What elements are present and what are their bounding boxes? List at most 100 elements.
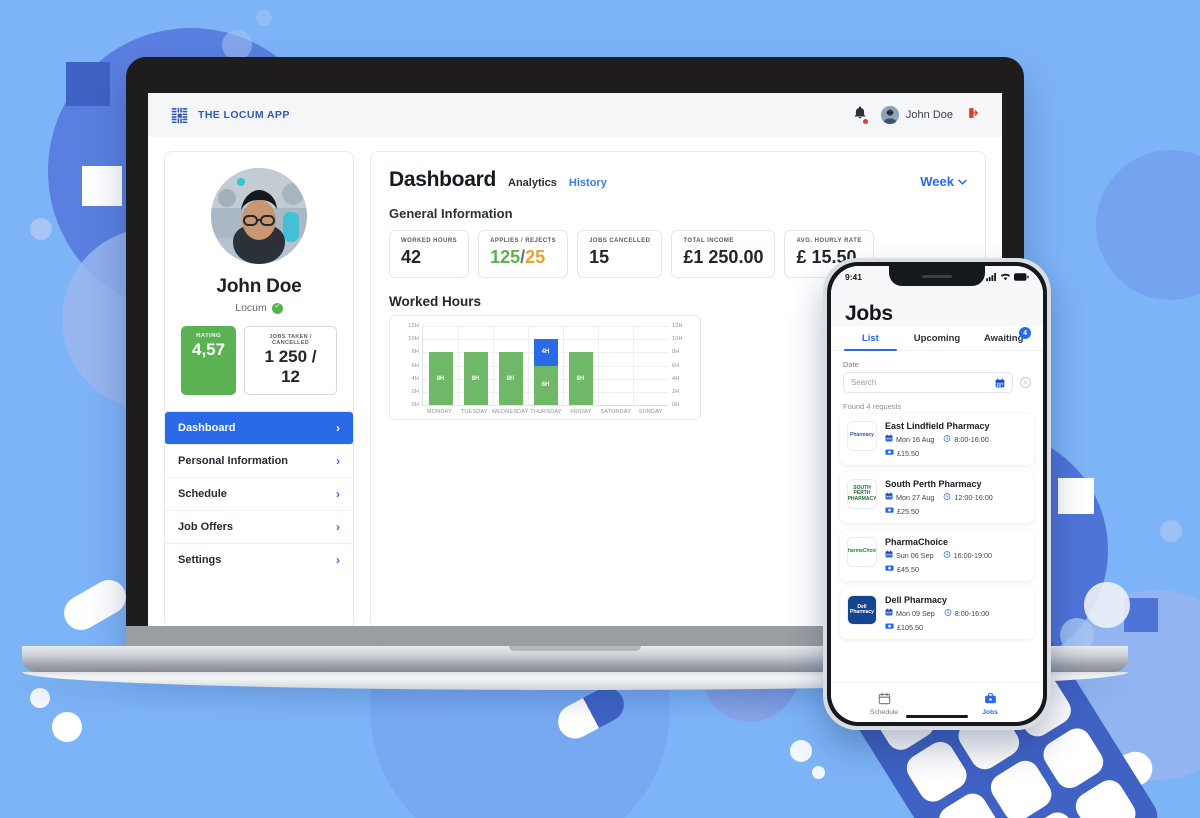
- tab-list[interactable]: List: [837, 326, 904, 351]
- chart-x-tick: THURSDAY: [530, 409, 562, 415]
- money-icon: [885, 564, 894, 574]
- sidebar-item-job-offers[interactable]: Job Offers ›: [165, 511, 353, 544]
- deco-cross-icon: [82, 166, 122, 206]
- chart-y-tick: 4H: [411, 375, 419, 382]
- tab-label: List: [861, 333, 879, 344]
- tab-label: Upcoming: [913, 333, 961, 344]
- tab-analytics[interactable]: Analytics: [508, 177, 557, 189]
- sidebar-item-label: Job Offers: [178, 521, 234, 533]
- notification-bell-icon[interactable]: [853, 105, 868, 125]
- chart-bar-column[interactable]: [633, 326, 668, 405]
- brand[interactable]: THE LOCUM APP: [170, 106, 290, 125]
- jobs-taken-label: JOBS TAKEN / CANCELLED: [269, 334, 312, 346]
- stat-value: 42: [401, 247, 422, 267]
- phone-bezel: 9:41 Jobs List Upcoming Awaiting 4 Date …: [827, 262, 1047, 726]
- phone-screen: 9:41 Jobs List Upcoming Awaiting 4 Date …: [831, 266, 1043, 722]
- job-name: Dell Pharmacy: [885, 595, 948, 605]
- deco-cross-icon: [1058, 478, 1094, 514]
- chart-y-tick: 0H: [672, 402, 680, 408]
- money-icon: [885, 506, 894, 516]
- clock-icon: [944, 608, 952, 618]
- calendar-icon: [885, 608, 893, 618]
- job-meta: Sun 06 Sep 16:00-19:00 £45.50: [885, 550, 1027, 574]
- profile-sidebar: John Doe Locum RATING 4,57 JOBS TAKEN /: [164, 151, 354, 629]
- deco-cross-icon: [66, 62, 110, 106]
- sidebar-item-personal-information[interactable]: Personal Information ›: [165, 445, 353, 478]
- profile-name: John Doe: [216, 276, 302, 297]
- chart-x-tick: TUESDAY: [460, 409, 488, 415]
- search-placeholder: Search: [851, 378, 877, 387]
- battery-icon: [1014, 273, 1029, 281]
- chart-bar-segment: 8H: [428, 352, 453, 405]
- phone-header: Jobs: [831, 288, 1043, 326]
- deco-dot: [52, 712, 82, 742]
- sidebar-item-settings[interactable]: Settings ›: [165, 544, 353, 576]
- chart-column-divider: [563, 326, 564, 405]
- period-selector[interactable]: Week: [920, 174, 967, 189]
- job-card[interactable]: PharmaChoice PharmaChoice Sun 06 Sep 16:00-…: [840, 530, 1034, 581]
- chart-bar-column[interactable]: 8H: [458, 326, 493, 405]
- header-actions: John Doe: [853, 105, 980, 125]
- calendar-icon: [885, 492, 893, 502]
- tab-badge: 4: [1019, 327, 1032, 339]
- tab-awaiting[interactable]: Awaiting 4: [970, 326, 1037, 350]
- chart-y-tick: 10H: [408, 336, 419, 343]
- deco-dot: [30, 688, 50, 708]
- chart-bar-column[interactable]: [598, 326, 633, 405]
- phone-filter: Date Search ✕: [831, 351, 1043, 397]
- tab-history[interactable]: History: [569, 177, 607, 189]
- locum-cross-logo-icon: [171, 107, 188, 123]
- status-indicators: [986, 273, 1029, 281]
- sidebar-item-schedule[interactable]: Schedule ›: [165, 478, 353, 511]
- logout-icon[interactable]: [967, 106, 980, 125]
- rating-value: 4,57: [192, 340, 226, 359]
- profile-kpis: RATING 4,57 JOBS TAKEN / CANCELLED 1 250…: [175, 326, 343, 399]
- tab-upcoming[interactable]: Upcoming: [904, 326, 971, 350]
- section-general-information: General Information: [389, 206, 513, 221]
- chart-bar-column[interactable]: 8H: [563, 326, 598, 405]
- deco-dot: [812, 766, 825, 779]
- sidebar-item-label: Personal Information: [178, 455, 289, 467]
- profile-role: Locum: [235, 302, 267, 314]
- job-rate: £15.50: [885, 448, 1027, 458]
- jobs-taken-card: JOBS TAKEN / CANCELLED 1 250 / 12: [244, 326, 337, 395]
- job-card[interactable]: Dell Pharmacy Dell Pharmacy Mon 09 Sep 8:00…: [840, 588, 1034, 639]
- search-input[interactable]: Search: [843, 372, 1013, 393]
- chart-bar-segment: 8H: [498, 352, 523, 405]
- chart-y-tick: 10H: [672, 336, 683, 343]
- chart-bar-segment: 8H: [463, 352, 488, 405]
- chart-bar-column[interactable]: 4H 6H: [528, 326, 563, 405]
- job-logo: Pharmacy: [847, 421, 877, 451]
- chart-y-tick: 6H: [411, 362, 419, 369]
- sidebar-nav: Dashboard › Personal Information › Sched…: [165, 411, 353, 628]
- chart-bar-column[interactable]: 8H: [493, 326, 528, 405]
- dashboard-header: Dashboard Analytics History Week: [389, 168, 967, 192]
- stat-label: AVG. HOURLY RATE: [796, 238, 862, 244]
- phone-page-title: Jobs: [845, 302, 893, 325]
- sidebar-item-dashboard[interactable]: Dashboard ›: [165, 412, 353, 445]
- rating-label: RATING: [196, 333, 222, 339]
- chart-x-tick: MONDAY: [426, 409, 452, 415]
- job-card[interactable]: Pharmacy East Lindfield Pharmacy Mon 16 Au…: [840, 414, 1034, 465]
- money-icon: [885, 448, 894, 458]
- briefcase-icon: [937, 692, 1043, 707]
- deco-dot: [1160, 520, 1182, 542]
- sidebar-item-label: Schedule: [178, 488, 227, 500]
- header-user-chip[interactable]: John Doe: [880, 106, 953, 124]
- app-header: THE LOCUM APP John Doe: [148, 93, 1002, 137]
- chart-y-tick: 2H: [672, 388, 680, 395]
- chart-bar-column[interactable]: 8H: [423, 326, 458, 405]
- job-logo: SOUTH PERTH PHARMACY: [847, 479, 877, 509]
- clock-icon: [943, 550, 951, 560]
- clear-circle-icon[interactable]: ✕: [1020, 377, 1031, 388]
- sidebar-item-label: Dashboard: [178, 422, 236, 434]
- chart-column-divider: [633, 326, 634, 405]
- chart-bars: 8H 8H 8H 4H 6H 8H: [423, 326, 668, 405]
- deco-cross-icon: [1124, 598, 1158, 632]
- tabbar-item-jobs[interactable]: Jobs: [937, 692, 1043, 716]
- job-card[interactable]: SOUTH PERTH PHARMACY South Perth Pharmacy…: [840, 472, 1034, 523]
- results-count: Found 4 requests: [843, 402, 902, 411]
- job-name: South Perth Pharmacy: [885, 479, 982, 489]
- sidebar-item-label: Settings: [178, 554, 222, 566]
- tabbar-item-schedule[interactable]: Schedule: [831, 692, 937, 716]
